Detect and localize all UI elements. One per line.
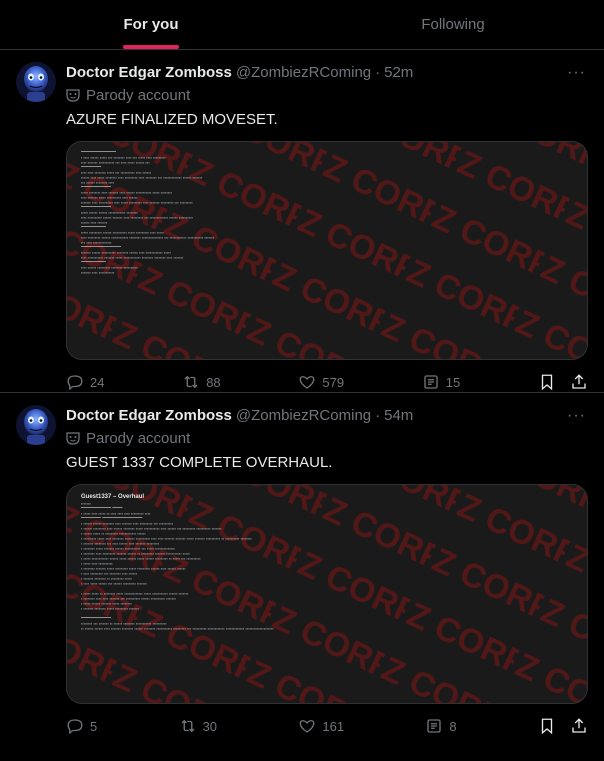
media-title: Guest1337 – Overhaul — [81, 494, 145, 500]
post[interactable]: Doctor Edgar Zomboss @ZombiezRComing · 5… — [0, 50, 604, 393]
secondary-actions — [538, 717, 588, 735]
repost-count: 88 — [206, 374, 221, 390]
author-handle[interactable]: @ZombiezRComing — [236, 407, 371, 424]
parody-label: Parody account — [66, 429, 588, 447]
mask-icon — [66, 432, 80, 445]
post[interactable]: Doctor Edgar Zomboss @ZombiezRComing · 5… — [0, 393, 604, 760]
post-header: Doctor Edgar Zomboss @ZombiezRComing · 5… — [66, 62, 588, 82]
bookmark-icon[interactable] — [538, 373, 556, 391]
avatar[interactable] — [16, 62, 56, 102]
like-count: 579 — [322, 374, 345, 390]
mask-icon — [66, 89, 80, 102]
author-handle[interactable]: @ZombiezRComing — [236, 64, 371, 81]
more-options-icon[interactable]: ··· — [567, 64, 586, 82]
reply-icon — [67, 719, 83, 735]
author-name[interactable]: Doctor Edgar Zomboss — [66, 64, 232, 81]
repost-button[interactable]: 88 — [182, 373, 221, 391]
like-button[interactable]: 161 — [298, 717, 344, 735]
heart-icon — [299, 376, 315, 389]
post-time[interactable]: 54m — [384, 407, 413, 424]
heart-icon — [299, 720, 315, 733]
post-image[interactable]: ——————— ▪ ▪▪▪▪ ▪▪▪▪▪▪ ▪▪▪▪▪ ▪▪▪ ▪▪▪▪▪▪▪▪… — [66, 141, 588, 360]
reply-count: 24 — [90, 374, 105, 390]
separator-dot: · — [375, 406, 381, 424]
share-icon[interactable] — [570, 373, 588, 391]
parody-text: Parody account — [86, 429, 191, 447]
post-actions: 5 30 161 8 — [66, 704, 588, 761]
reply-count: 5 — [90, 718, 98, 734]
tab-for-you[interactable]: For you — [0, 0, 302, 49]
repost-icon — [181, 719, 195, 733]
like-button[interactable]: 579 — [298, 373, 344, 391]
tab-following-label: Following — [421, 16, 485, 33]
bookmark-icon[interactable] — [538, 717, 556, 735]
reply-icon — [67, 375, 83, 391]
post-image[interactable]: Guest1337 – Overhaul ▪▪▪▪▪▪▪ —————— —— ▪… — [66, 484, 588, 704]
post-text: AZURE FINALIZED MOVESET. — [66, 111, 278, 128]
repost-count: 30 — [202, 718, 218, 734]
repost-icon — [184, 375, 198, 389]
reply-button[interactable]: 5 — [66, 717, 97, 735]
post-text: GUEST 1337 COMPLETE OVERHAUL. — [66, 454, 333, 471]
secondary-actions — [538, 373, 588, 391]
parody-text: Parody account — [86, 86, 191, 104]
like-count: 161 — [322, 718, 345, 734]
more-options-icon[interactable]: ··· — [567, 407, 586, 425]
separator-dot: · — [375, 63, 381, 81]
views-button[interactable]: 8 — [425, 717, 457, 735]
author-name[interactable]: Doctor Edgar Zomboss — [66, 407, 232, 424]
overhaul-document: Guest1337 – Overhaul ▪▪▪▪▪▪▪ —————— —— ▪… — [81, 493, 567, 631]
views-count: 15 — [445, 374, 461, 390]
moveset-document: ——————— ▪ ▪▪▪▪ ▪▪▪▪▪▪ ▪▪▪▪▪ ▪▪▪ ▪▪▪▪▪▪▪▪… — [81, 150, 215, 275]
avatar[interactable] — [16, 405, 56, 445]
reply-button[interactable]: 24 — [66, 373, 104, 391]
share-icon[interactable] — [570, 717, 588, 735]
active-tab-indicator — [123, 45, 179, 49]
parody-label: Parody account — [66, 86, 588, 104]
views-count: 8 — [449, 718, 457, 734]
views-button[interactable]: 15 — [422, 373, 460, 391]
post-time[interactable]: 52m — [384, 64, 413, 81]
tab-for-you-label: For you — [123, 16, 179, 33]
post-header: Doctor Edgar Zomboss @ZombiezRComing · 5… — [66, 405, 588, 425]
tab-bar: For you Following — [0, 0, 604, 50]
views-icon — [427, 719, 442, 733]
tab-following[interactable]: Following — [302, 0, 604, 49]
views-icon — [424, 375, 438, 389]
repost-button[interactable]: 30 — [179, 717, 217, 735]
